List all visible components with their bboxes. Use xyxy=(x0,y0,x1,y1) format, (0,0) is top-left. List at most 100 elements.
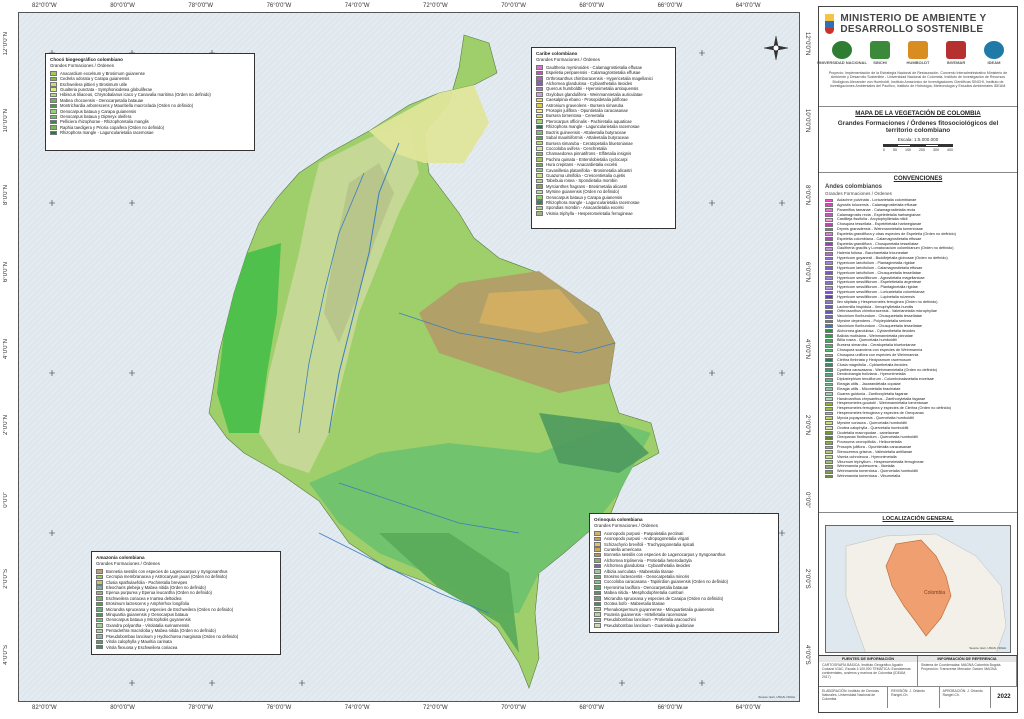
legend-label: Pseudobombax lancisum - Guarietalia guid… xyxy=(604,622,695,628)
legend-caribe-subtitle: Grandes Formaciones / Órdenes xyxy=(536,57,600,63)
legend-swatch xyxy=(825,319,833,324)
legend-swatch xyxy=(825,246,833,251)
legend-amazonia-title: Amazonía colombiana xyxy=(96,555,145,560)
location-map[interactable]: Colombia Source: Esri, USGS, NOAA xyxy=(825,525,1011,653)
legend-caribe-item: Vismia triphylla - Hesperomeletalia ferr… xyxy=(536,211,671,216)
legend-swatch xyxy=(825,377,833,382)
legend-swatch xyxy=(536,189,543,195)
legend-swatch xyxy=(825,353,833,358)
legend-swatch xyxy=(50,98,57,103)
coordinate-label: 72°0'0"W xyxy=(423,3,448,9)
info-body: CARTOGRAFÍA BÁSICA: Instituto Geográfico… xyxy=(819,662,1017,686)
coordinate-label: 76°0'0"W xyxy=(266,705,292,711)
coordinate-label: 6°0'0"N xyxy=(3,262,9,283)
legend-swatch xyxy=(825,261,833,266)
coordinate-label: 78°0'0"W xyxy=(188,3,214,9)
coordinate-label: 2°0'0"S xyxy=(3,568,9,589)
legend-caribe: Caribe colombiano Grandes Formaciones / … xyxy=(531,47,676,229)
legend-swatch xyxy=(825,222,833,227)
legend-swatch xyxy=(96,628,103,634)
colombia-shield-icon xyxy=(825,14,835,34)
coordinate-label: 8°0'0"N xyxy=(3,185,9,206)
coordinate-label: 4°0'0"N xyxy=(804,338,810,359)
scale-number: 100 xyxy=(905,148,911,153)
legend-swatch xyxy=(594,558,601,563)
legend-swatch xyxy=(594,552,601,558)
legend-swatch xyxy=(825,416,833,421)
project-credits: Proyecto: Implementación de la Estrategi… xyxy=(828,71,1008,89)
legend-swatch xyxy=(825,455,833,460)
legend-swatch xyxy=(825,324,833,329)
legend-swatch xyxy=(536,97,543,103)
legend-swatch xyxy=(825,203,833,208)
legend-swatch xyxy=(96,607,103,612)
legend-swatch xyxy=(825,464,833,469)
legend-swatch xyxy=(825,290,833,295)
legend-swatch xyxy=(536,76,543,81)
legend-amazonia: Amazonía colombiana Grandes Formaciones … xyxy=(91,551,281,655)
legend-swatch xyxy=(536,184,543,189)
legend-orinoquia-item: Pseudobombax lancisum - Guarietalia guid… xyxy=(594,623,774,628)
legend-swatch xyxy=(594,623,601,628)
legend-swatch xyxy=(825,256,833,261)
legend-swatch xyxy=(825,334,833,338)
legend-swatch xyxy=(825,382,833,387)
legend-swatch xyxy=(536,140,543,146)
legend-label: Vismia triphylla - Hesperomeletalia ferr… xyxy=(546,210,633,216)
legend-amazonia-item: Virola flexuosa y Eschweilera coriacea xyxy=(96,645,276,650)
legend-swatch xyxy=(536,162,543,168)
location-label: Colombia xyxy=(924,590,946,596)
legend-swatch xyxy=(825,474,833,479)
legend-swatch xyxy=(536,167,543,173)
logo-ideam: IDEAM xyxy=(979,41,1009,65)
legend-choco-title: Chocó biogeográfico colombiano xyxy=(50,57,123,62)
coordinate-label: 2°0'0"S xyxy=(804,568,810,589)
legend-swatch xyxy=(50,92,57,98)
convention-item: Weinmannia tomentosa - Viburnetalia xyxy=(825,474,1011,479)
logo-humboldt: HUMBOLDT xyxy=(903,41,933,65)
legend-swatch xyxy=(825,397,833,401)
legend-swatch xyxy=(96,639,103,645)
invemar-logo-icon xyxy=(946,41,966,59)
coordinate-label: 76°0'0"W xyxy=(266,3,292,9)
legend-swatch xyxy=(50,76,57,82)
credit-revision: REVISIÓN: J. Orlando Rangel-Ch. xyxy=(888,687,940,708)
legend-swatch xyxy=(825,469,833,474)
scale-number: 300 xyxy=(933,148,939,153)
legend-swatch xyxy=(825,348,833,353)
legend-swatch xyxy=(825,387,833,392)
legend-swatch xyxy=(536,113,543,119)
coordinate-label: 64°0'0"W xyxy=(735,3,761,9)
legend-swatch xyxy=(50,119,57,125)
legend-swatch xyxy=(825,368,833,372)
legend-amazonia-list: Bonnetia sessilis con especies de Lageno… xyxy=(96,569,276,650)
legend-swatch xyxy=(825,237,833,242)
legend-swatch xyxy=(594,585,601,590)
legend-swatch xyxy=(825,358,833,363)
map-title: MAPA DE LA VEGETACIÓN DE COLOMBIA xyxy=(855,110,981,117)
legend-swatch xyxy=(594,596,601,601)
legend-swatch xyxy=(594,606,601,612)
legend-swatch xyxy=(594,574,601,580)
map-source-text: Source: Esri, USGS, NOAA xyxy=(758,695,795,699)
vegetation-map[interactable]: Chocó biogeográfico colombiano Grandes F… xyxy=(18,12,800,702)
logo-label: UNIVERSIDAD NACIONAL xyxy=(817,60,867,65)
conventions-section: CONVENCIONES Andes colombianos Grandes F… xyxy=(819,173,1017,513)
location-map-svg xyxy=(845,533,1007,652)
legend-amazonia-subtitle: Grandes Formaciones / Órdenes xyxy=(96,561,160,567)
legend-choco-list: Anacardium excelsum y Brosimum guianense… xyxy=(50,71,250,136)
legend-swatch xyxy=(536,195,543,200)
legend-swatch xyxy=(825,329,833,334)
panel-header: MINISTERIO DE AMBIENTE Y DESARROLLO SOST… xyxy=(817,7,1017,107)
ideam-logo-icon xyxy=(984,41,1004,59)
logo-unal: UNIVERSIDAD NACIONAL xyxy=(817,41,867,65)
legend-swatch xyxy=(536,81,543,86)
logo-invemar: INVEMAR xyxy=(941,41,971,65)
legend-swatch xyxy=(825,363,833,367)
legend-swatch xyxy=(594,563,601,569)
coordinate-label: 10°0'0"N xyxy=(3,108,9,133)
legend-caribe-list: Gaultheria myrsinoides - Calamagrostieta… xyxy=(536,65,671,216)
logo-label: SINCHI xyxy=(873,60,887,65)
coordinate-label: 68°0'0"W xyxy=(579,705,605,711)
legend-swatch xyxy=(96,590,103,596)
